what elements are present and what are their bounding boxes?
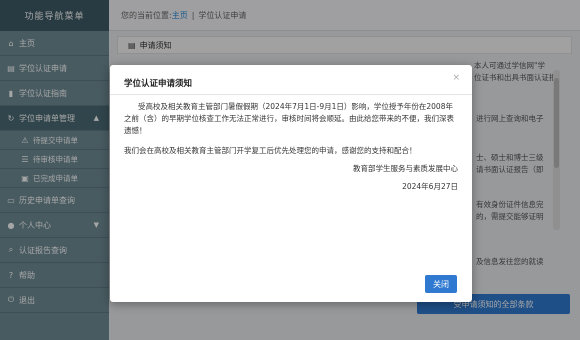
notice-date: 2024年6月27日 <box>402 182 458 191</box>
close-icon[interactable]: × <box>452 73 460 83</box>
notice-paragraph-2: 我们会在高校及相关教育主管部门开学复工后优先处理您的申请，感谢您的支持和配合！ <box>124 146 417 155</box>
notice-modal: 学位认证申请须知 × 受高校及相关教育主管部门暑假假期（2024年7月1日-9月… <box>110 65 472 302</box>
modal-body: 受高校及相关教育主管部门暑假假期（2024年7月1日-9月1日）影响，学位授予年… <box>124 101 458 193</box>
modal-divider <box>110 94 472 95</box>
notice-paragraph-1: 受高校及相关教育主管部门暑假假期（2024年7月1日-9月1日）影响，学位授予年… <box>124 102 454 135</box>
modal-close-button[interactable]: 关闭 <box>425 275 457 293</box>
notice-signature: 教育部学生服务与素质发展中心 <box>353 164 458 173</box>
modal-title: 学位认证申请须知 <box>124 79 193 89</box>
